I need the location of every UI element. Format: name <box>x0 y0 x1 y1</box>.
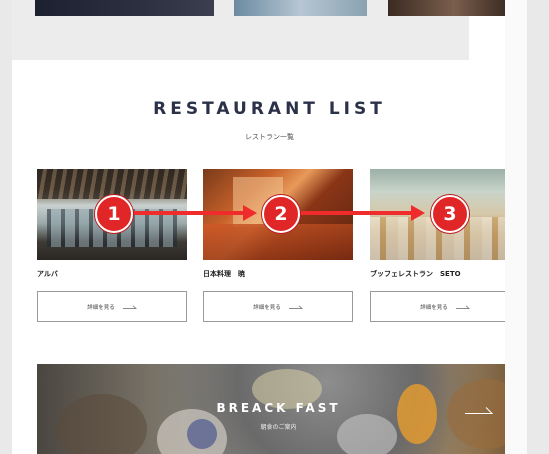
restaurant-card: アルバ 詳細を見る <box>37 169 187 322</box>
scrollbar[interactable] <box>505 0 527 454</box>
breakfast-title: BREACK FAST <box>216 401 341 415</box>
annotation-arrow-line <box>282 211 413 215</box>
previous-section-image[interactable] <box>234 0 367 16</box>
breakfast-banner[interactable]: BREACK FAST 朝食のご案内 <box>37 364 520 454</box>
previous-section <box>12 0 520 60</box>
view-details-button[interactable]: 詳細を見る <box>370 291 520 322</box>
arrow-right-icon <box>288 305 303 309</box>
restaurant-name: 日本料理 暁 <box>203 270 245 278</box>
section-subtitle: レストラン一覧 <box>245 133 294 141</box>
restaurant-name: ブッフェレストラン SETO <box>370 270 461 278</box>
previous-section-image[interactable] <box>388 0 520 16</box>
restaurant-card: 日本料理 暁 詳細を見る <box>203 169 353 322</box>
restaurant-name: アルバ <box>37 270 58 278</box>
annotation-step-badge: 2 <box>262 195 300 233</box>
view-details-label: 詳細を見る <box>420 304 448 311</box>
annotation-arrow-line <box>115 211 245 215</box>
annotation-arrow-head <box>243 205 257 221</box>
restaurant-card: ブッフェレストラン SETO 詳細を見る <box>370 169 520 322</box>
arrow-right-icon <box>455 305 470 309</box>
arrow-right-icon[interactable] <box>465 406 493 414</box>
annotation-step-badge: 3 <box>431 195 469 233</box>
arrow-right-icon <box>122 305 137 309</box>
breakfast-subtitle: 朝食のご案内 <box>260 424 297 431</box>
annotation-step-badge: 1 <box>95 195 133 233</box>
previous-section-image[interactable] <box>35 0 214 16</box>
view-details-label: 詳細を見る <box>253 304 281 311</box>
breakfast-photo-detail <box>337 414 397 454</box>
annotation-arrow-head <box>411 205 425 221</box>
section-title: RESTAURANT LIST <box>153 99 386 119</box>
view-details-label: 詳細を見る <box>87 304 115 311</box>
view-details-button[interactable]: 詳細を見る <box>37 291 187 322</box>
view-details-button[interactable]: 詳細を見る <box>203 291 353 322</box>
